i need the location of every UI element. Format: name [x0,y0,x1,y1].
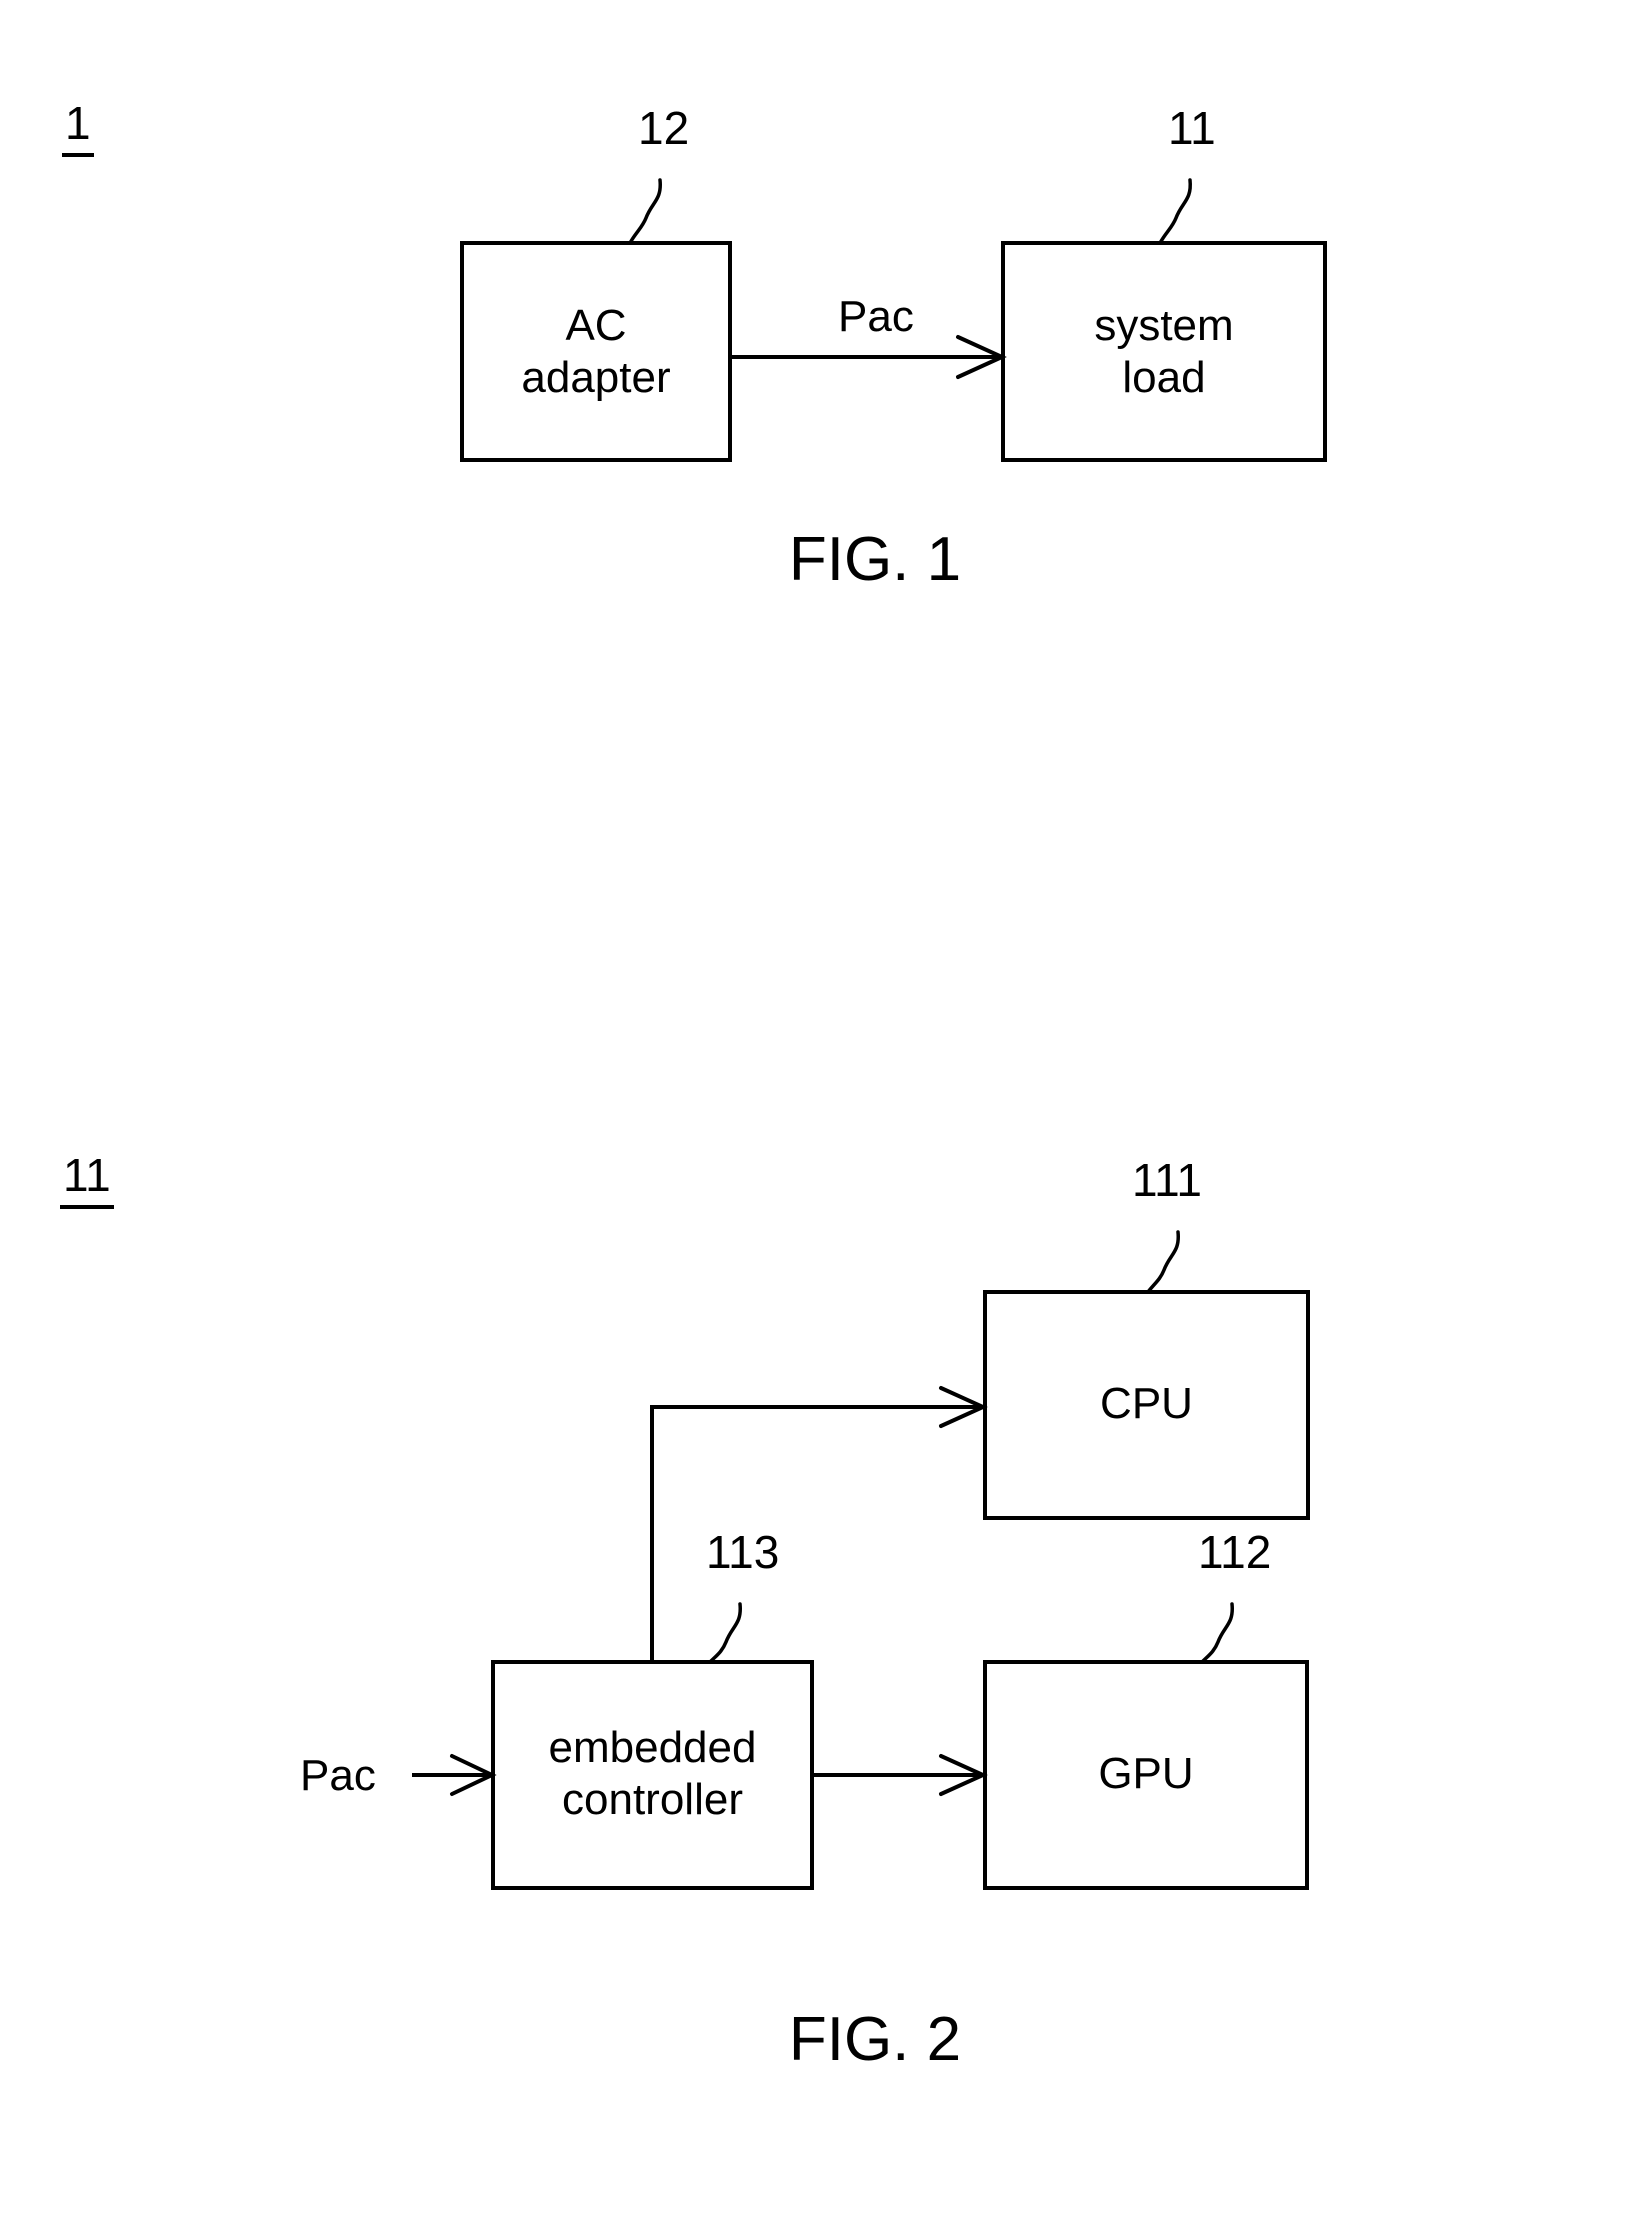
pac-signal-label-fig1: Pac [838,292,914,341]
figure-2-identifier: 11 [60,1150,114,1209]
ref-numeral-111: 111 [1132,1154,1202,1206]
leader-line-11-fig1 [1158,178,1192,245]
ref-numeral-12: 12 [638,102,690,154]
ref-numeral-112: 112 [1198,1526,1272,1578]
figure-1-caption: FIG. 1 [788,525,962,594]
ref-numeral-11-fig1: 11 [1168,102,1216,154]
patent-drawing-sheet: 1 12 AC adapter 11 system load Pac FIG. … [0,0,1627,2225]
leader-line-113 [708,1602,742,1664]
figure-1-identifier: 1 [62,98,94,157]
leader-line-111 [1146,1230,1180,1294]
ec-to-cpu-line [650,1405,981,1662]
leader-line-12 [628,178,662,245]
embedded-controller-label: embedded controller [548,1723,757,1824]
drawing-vector-layer [412,178,1327,1890]
ac-adapter-label: AC adapter [521,301,671,402]
pac-signal-label-fig2: Pac [300,1751,376,1800]
figure-2-caption: FIG. 2 [788,2005,962,2074]
leader-line-112 [1200,1602,1234,1664]
gpu-label: GPU [1098,1749,1194,1798]
cpu-label: CPU [1100,1379,1193,1428]
ref-numeral-113: 113 [706,1526,780,1578]
system-load-label: system load [1094,301,1234,402]
